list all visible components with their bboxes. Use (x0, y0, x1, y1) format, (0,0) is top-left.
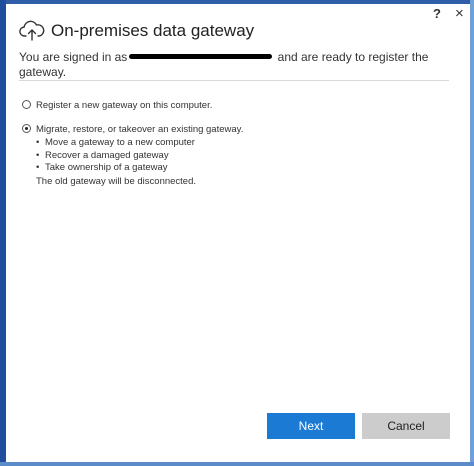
list-item: Move a gateway to a new computer (36, 137, 195, 150)
radio-register-new[interactable] (22, 99, 31, 109)
list-item: Take ownership of a gateway (36, 162, 195, 175)
migrate-details-list: Move a gateway to a new computer Recover… (36, 137, 195, 175)
window-frame-left (0, 0, 6, 466)
option-migrate[interactable]: Migrate, restore, or takeover an existin… (22, 123, 244, 136)
cancel-button[interactable]: Cancel (362, 413, 450, 439)
list-item: Recover a damaged gateway (36, 150, 195, 163)
page-title: On-premises data gateway (51, 21, 255, 40)
radio-migrate[interactable] (22, 123, 31, 133)
next-button[interactable]: Next (267, 413, 355, 439)
cloud-upload-icon (19, 20, 45, 41)
window-frame-right (470, 0, 474, 466)
help-icon[interactable]: ? (433, 7, 441, 21)
disconnect-note: The old gateway will be disconnected. (36, 176, 197, 187)
close-icon[interactable]: × (455, 6, 464, 21)
header-divider (19, 80, 449, 81)
signed-in-message: You are signed in as and are ready to re… (19, 50, 439, 80)
window-frame-top (0, 0, 474, 4)
option-register-new-label: Register a new gateway on this computer. (36, 100, 213, 111)
redacted-account (129, 54, 273, 60)
window-frame-bottom (0, 462, 474, 466)
option-register-new[interactable]: Register a new gateway on this computer. (22, 99, 213, 112)
signed-in-prefix: You are signed in as (19, 50, 128, 64)
option-migrate-label: Migrate, restore, or takeover an existin… (36, 124, 244, 135)
